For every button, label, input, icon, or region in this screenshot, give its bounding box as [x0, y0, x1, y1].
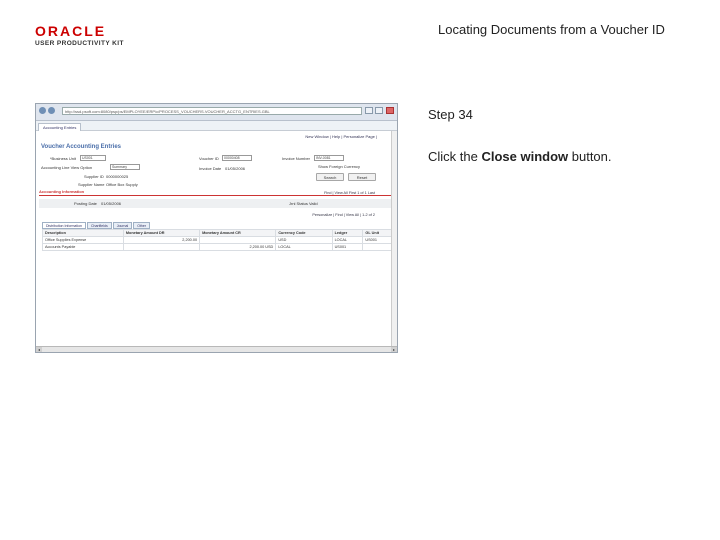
tab-other[interactable]: Other — [133, 222, 150, 229]
section-nav[interactable]: Find | View All First 1 of 1 Last — [324, 191, 375, 195]
supplier-id-label: Supplier ID — [84, 174, 104, 179]
tab-journal[interactable]: Journal — [112, 222, 133, 229]
cell: LOCAL — [331, 236, 364, 244]
back-icon[interactable] — [39, 107, 46, 114]
accounting-view-label: Accounting Line View Option — [41, 165, 93, 170]
browser-tab[interactable]: Accounting Entries — [38, 123, 82, 131]
invoice-number-label: Invoice Number — [282, 156, 311, 161]
vertical-scrollbar[interactable] — [391, 131, 397, 348]
posting-date-label: Posting Date — [74, 201, 97, 206]
reset-button[interactable]: Reset — [348, 173, 376, 181]
forward-icon[interactable] — [48, 107, 55, 114]
instruction-suffix: button. — [568, 149, 612, 164]
cell: 2,200.00 USD — [199, 243, 277, 251]
tab-distribution[interactable]: Distribution Information — [42, 222, 86, 229]
cell: Office Supplies Expense — [42, 236, 124, 244]
col-description: Description — [42, 229, 124, 237]
cell — [199, 236, 277, 244]
browser-tab-strip: Accounting Entries — [36, 121, 397, 131]
application-screenshot: http://ssd.psoft.com:8080/psp/ps/EMPLOYE… — [35, 103, 398, 353]
col-ledger: Ledger — [331, 229, 364, 237]
supplier-name-value: Office Box Supply — [106, 182, 138, 187]
maximize-icon[interactable] — [375, 107, 383, 114]
business-unit-input[interactable]: US001 — [80, 155, 106, 161]
horizontal-scrollbar[interactable]: ◂ ▸ — [36, 346, 397, 352]
supplier-id-value: 0000000025 — [106, 174, 129, 179]
section-title: Accounting Information — [39, 189, 85, 194]
col-amount-dr: Monetary Amount DR — [122, 229, 201, 237]
foreign-currency-checkbox-label[interactable]: Show Foreign Currency — [318, 164, 360, 169]
cell: US001 — [331, 243, 364, 251]
grid-nav[interactable]: Personalize | Find | View All | 1-2 of 2 — [312, 213, 375, 217]
invoice-date-value: 01/05/2006 — [225, 166, 246, 171]
minimize-icon[interactable] — [365, 107, 373, 114]
cell: USD — [275, 236, 333, 244]
oracle-upk-logo: ORACLE USER PRODUCTIVITY KIT — [35, 24, 125, 47]
posting-date-value: 01/05/2006 — [101, 201, 122, 206]
table-row: Accounts Payable 2,200.00 USD LOCAL US00… — [42, 243, 396, 251]
address-bar[interactable]: http://ssd.psoft.com:8080/psp/ps/EMPLOYE… — [62, 107, 362, 115]
journal-status: Jrnl Status Valid — [289, 201, 318, 206]
step-instruction: Click the Close window button. — [428, 149, 612, 164]
logo-subtitle: USER PRODUCTIVITY KIT — [35, 40, 124, 47]
browser-toolbar: http://ssd.psoft.com:8080/psp/ps/EMPLOYE… — [36, 104, 397, 121]
business-unit-label: *Business Unit — [50, 156, 77, 161]
col-amount-cr: Monetary Amount CR — [199, 229, 277, 237]
accounting-view-select[interactable]: Summary — [110, 164, 140, 170]
scroll-right-icon[interactable]: ▸ — [391, 347, 397, 352]
cell: Accounts Payable — [42, 243, 124, 251]
instruction-prefix: Click the — [428, 149, 482, 164]
page-heading: Voucher Accounting Entries — [41, 144, 122, 150]
invoice-number-input[interactable]: INV-0081 — [314, 155, 344, 161]
step-title: Step 34 — [428, 107, 473, 122]
tab-chartfields[interactable]: Chartfields — [87, 222, 112, 229]
top-links[interactable]: New Window | Help | Personalize Page | — [305, 134, 377, 139]
grid-header-row: Description Monetary Amount DR Monetary … — [42, 229, 396, 237]
search-button[interactable]: Search — [316, 173, 344, 181]
supplier-name-label: Supplier Name — [78, 182, 105, 187]
cell: 2,200.00 — [122, 236, 201, 244]
instruction-target: Close window — [481, 149, 569, 164]
col-currency: Currency Code — [275, 229, 333, 237]
cell — [122, 243, 201, 251]
accounting-grid: Description Monetary Amount DR Monetary … — [42, 229, 396, 251]
logo-brand: ORACLE — [35, 23, 107, 39]
scroll-left-icon[interactable]: ◂ — [36, 347, 42, 352]
cell: LOCAL — [275, 243, 333, 251]
table-row: Office Supplies Expense 2,200.00 USD LOC… — [42, 236, 396, 244]
voucher-id-label: Voucher ID — [199, 156, 219, 161]
voucher-id-input[interactable]: 00000408 — [222, 155, 252, 161]
grid-tabs: Distribution Information Chartfields Journ… — [42, 222, 151, 229]
slide-title: Locating Documents from a Voucher ID — [438, 22, 665, 37]
posting-strip: Posting Date 01/05/2006 Jrnl Status Vali… — [39, 199, 396, 208]
close-window-button[interactable] — [386, 107, 394, 114]
invoice-date-label: Invoice Date — [199, 166, 222, 171]
